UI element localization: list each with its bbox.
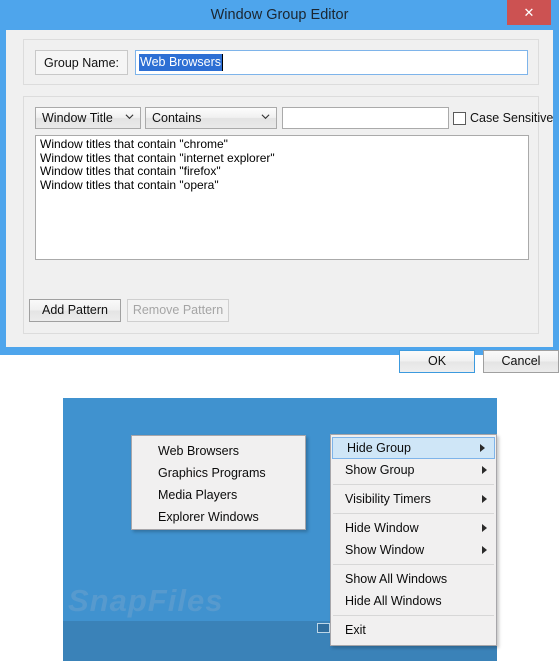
menu-item-label: Exit xyxy=(345,623,366,637)
menu-item-label: Hide Group xyxy=(347,441,411,455)
menu-item-label: Hide Window xyxy=(345,521,419,535)
chevron-right-icon xyxy=(480,444,485,452)
dialog-client-area: Group Name: Web Browsers Window Title Co… xyxy=(6,30,559,373)
menu-item-label: Hide All Windows xyxy=(345,594,442,608)
cancel-button[interactable]: Cancel xyxy=(483,350,559,373)
submenu-item-explorer-windows[interactable]: Explorer Windows xyxy=(132,506,305,528)
chevron-right-icon xyxy=(482,546,487,554)
pattern-section: Window Title Contains Case Sensitive Win… xyxy=(23,96,553,334)
menu-item-show-window[interactable]: Show Window xyxy=(331,539,496,561)
menu-item-show-group[interactable]: Show Group xyxy=(331,459,496,481)
chevron-right-icon xyxy=(482,466,487,474)
list-item[interactable]: Window titles that contain "opera" xyxy=(40,178,528,193)
tray-icon-1[interactable] xyxy=(317,623,330,633)
remove-pattern-button: Remove Pattern xyxy=(127,299,229,322)
close-icon[interactable]: ✕ xyxy=(507,0,551,25)
menu-item-label: Visibility Timers xyxy=(345,492,431,506)
operator-select[interactable]: Contains xyxy=(145,107,277,129)
pattern-list[interactable]: Window titles that contain "chrome" Wind… xyxy=(35,135,529,260)
operator-select-value: Contains xyxy=(152,111,202,125)
case-sensitive-label: Case Sensitive xyxy=(470,111,554,125)
menu-separator xyxy=(333,484,494,485)
menu-separator xyxy=(333,513,494,514)
list-item[interactable]: Window titles that contain "internet exp… xyxy=(40,151,528,166)
field-select-value: Window Title xyxy=(42,111,113,125)
add-pattern-button[interactable]: Add Pattern xyxy=(29,299,121,322)
ok-button[interactable]: OK xyxy=(399,350,475,373)
pattern-text-input[interactable] xyxy=(282,107,449,129)
list-item[interactable]: Window titles that contain "chrome" xyxy=(40,137,528,152)
menu-item-hide-window[interactable]: Hide Window xyxy=(331,517,496,539)
menu-item-exit[interactable]: Exit xyxy=(331,619,496,641)
title-bar: Window Group Editor ✕ xyxy=(0,0,559,30)
chevron-down-icon xyxy=(261,114,270,120)
submenu-item-web-browsers[interactable]: Web Browsers xyxy=(132,440,305,462)
list-item[interactable]: Window titles that contain "firefox" xyxy=(40,164,528,179)
field-select[interactable]: Window Title xyxy=(35,107,141,129)
tray-context-menu: Hide Group Show Group Visibility Timers … xyxy=(330,434,497,646)
case-sensitive-checkbox-row[interactable]: Case Sensitive xyxy=(453,107,553,129)
menu-item-label: Show All Windows xyxy=(345,572,448,586)
chevron-right-icon xyxy=(482,524,487,532)
menu-item-label: Show Window xyxy=(345,543,425,557)
menu-item-visibility-timers[interactable]: Visibility Timers xyxy=(331,488,496,510)
menu-item-hide-all-windows[interactable]: Hide All Windows xyxy=(331,590,496,612)
group-name-section: Group Name: Web Browsers xyxy=(23,39,539,85)
group-name-label: Group Name: xyxy=(35,50,128,75)
case-sensitive-checkbox[interactable] xyxy=(453,111,466,125)
watermark: SnapFiles xyxy=(68,583,224,618)
menu-item-hide-group[interactable]: Hide Group xyxy=(332,437,495,459)
group-submenu: Web Browsers Graphics Programs Media Pla… xyxy=(131,435,306,530)
menu-item-label: Show Group xyxy=(345,463,415,477)
chevron-right-icon xyxy=(482,495,487,503)
menu-separator xyxy=(333,564,494,565)
menu-item-show-all-windows[interactable]: Show All Windows xyxy=(331,568,496,590)
text-caret xyxy=(222,54,223,71)
group-name-input[interactable]: Web Browsers xyxy=(135,50,528,75)
submenu-item-media-players[interactable]: Media Players xyxy=(132,484,305,506)
menu-separator xyxy=(333,615,494,616)
group-name-value: Web Browsers xyxy=(139,54,223,71)
window-group-editor-dialog: Window Group Editor ✕ Group Name: Web Br… xyxy=(0,0,559,373)
dialog-title: Window Group Editor xyxy=(210,7,349,23)
submenu-item-graphics-programs[interactable]: Graphics Programs xyxy=(132,462,305,484)
chevron-down-icon xyxy=(125,114,134,120)
